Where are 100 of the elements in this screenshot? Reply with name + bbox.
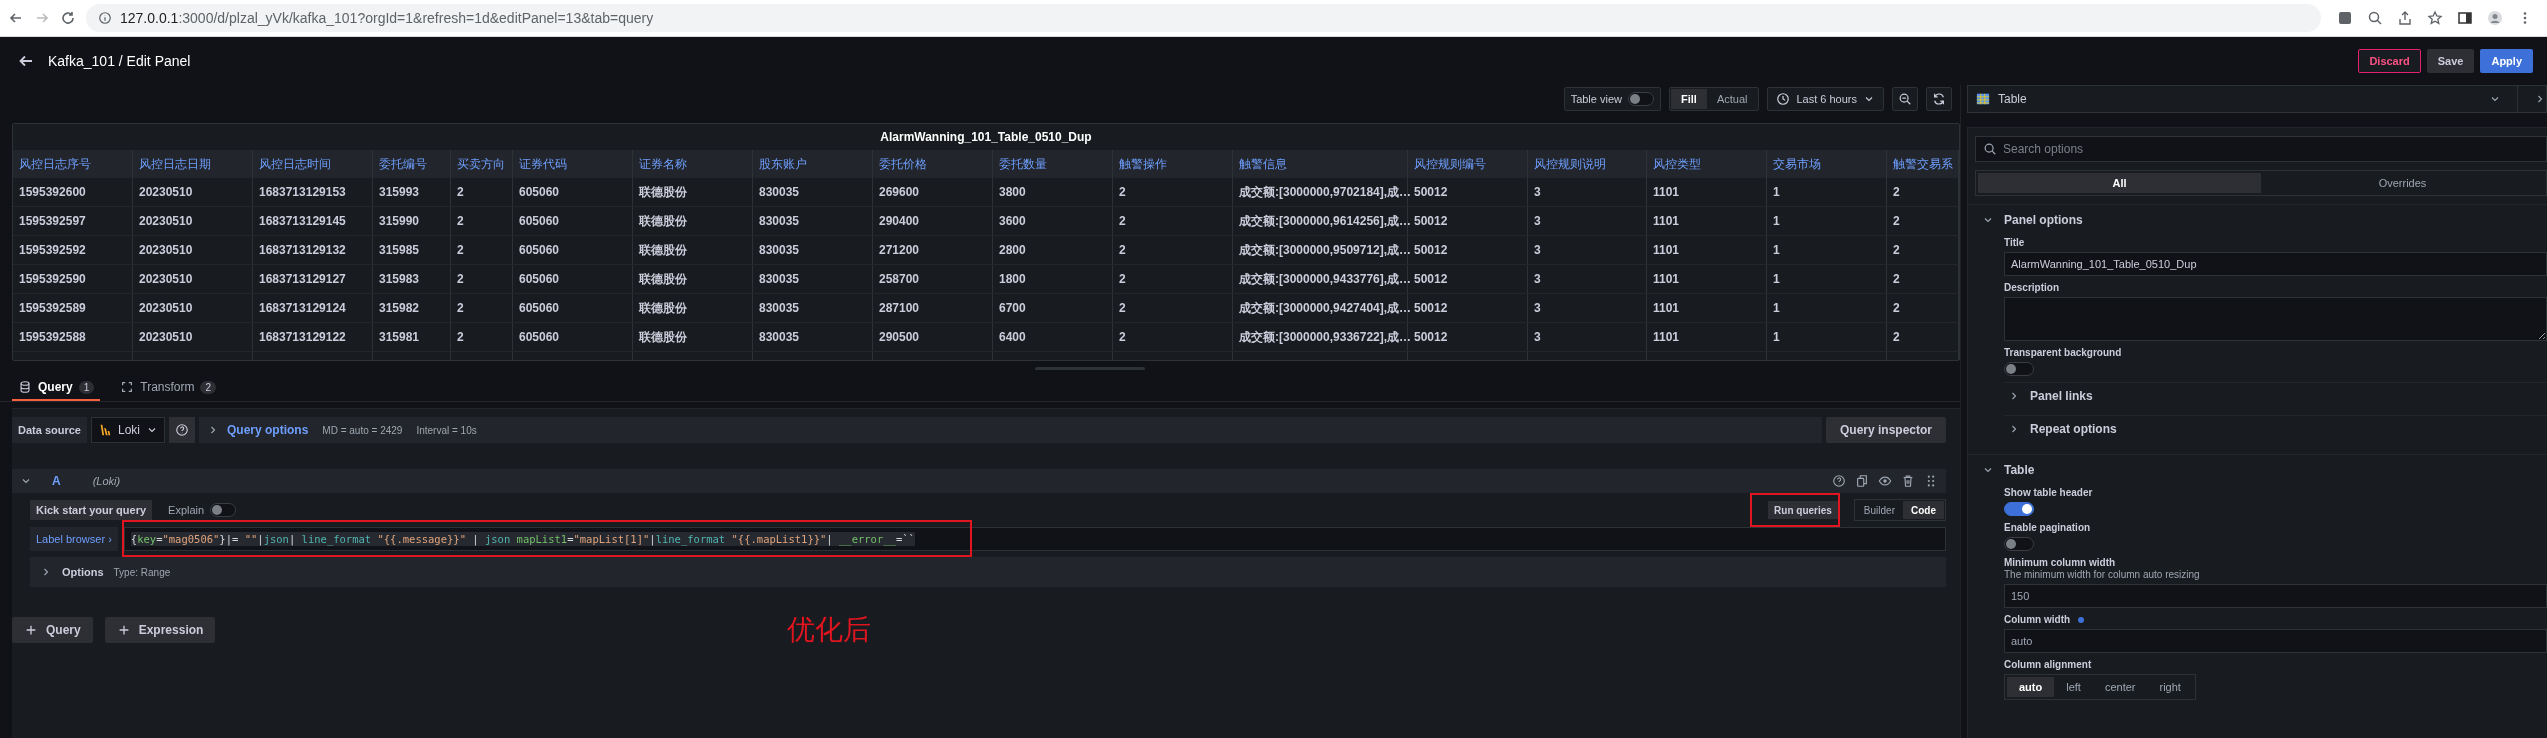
table-cell: 1683713129127 (253, 265, 373, 293)
share-icon[interactable] (2397, 10, 2413, 26)
table-icon (1976, 92, 1990, 106)
input-field[interactable]: AlarmWanning_101_Table_0510_Dup (2004, 252, 2547, 276)
header-button[interactable]: Save (2426, 49, 2475, 73)
table-cell: 联德股份 (633, 294, 753, 322)
description-field[interactable] (2004, 297, 2547, 341)
explain-toggle[interactable]: Explain (168, 503, 237, 517)
copy-icon[interactable] (1855, 474, 1869, 488)
input-field[interactable]: 150 (2004, 584, 2547, 608)
options-row[interactable]: Options Type: Range (30, 557, 1946, 587)
row-letter[interactable]: A (52, 474, 61, 488)
subsection-header[interactable]: Panel links (2004, 382, 2547, 409)
table-cell: 1683713129124 (253, 294, 373, 322)
help-icon[interactable] (1832, 474, 1846, 488)
subsection-header[interactable]: Repeat options (2004, 415, 2547, 442)
table-cell: 1800 (993, 265, 1113, 293)
table-cell: 成交额:[3000000,9702184],成… (1233, 178, 1408, 206)
column-header[interactable]: 委托价格 (873, 150, 993, 178)
column-header[interactable]: 风控规则编号 (1408, 150, 1528, 178)
run-queries-button[interactable]: Run queries (1768, 501, 1838, 519)
toggle-switch[interactable] (2004, 362, 2034, 376)
editor-tab[interactable]: Query 1 (12, 375, 101, 401)
trash-icon[interactable] (1901, 474, 1915, 488)
mode-button[interactable]: Code (1903, 501, 1944, 519)
star-icon[interactable] (2427, 10, 2443, 26)
add-button[interactable]: Expression (104, 617, 216, 643)
kick-start-button[interactable]: Kick start your query (30, 500, 153, 520)
query-editor[interactable]: {key="mag0506"}|= ""|json| line_format "{{.message}}" | json mapList1="mapList[1]"|line_format "{{.mapList1}}"| __error__=`` (123, 527, 1946, 551)
column-header[interactable]: 风控日志时间 (253, 150, 373, 178)
section-header[interactable]: Table (1968, 455, 2547, 481)
back-icon[interactable] (18, 53, 34, 69)
eye-icon[interactable] (1878, 474, 1892, 488)
column-header[interactable]: 证券名称 (633, 150, 753, 178)
column-header[interactable]: 风控日志序号 (13, 150, 133, 178)
radio-option[interactable]: right (2147, 677, 2193, 697)
visualization-picker[interactable]: Table (1967, 85, 2547, 113)
column-header[interactable]: 买卖方向 (451, 150, 513, 178)
column-header[interactable]: 风控日志日期 (133, 150, 253, 178)
table-cell: 605060 (513, 323, 633, 351)
column-header[interactable]: 证券代码 (513, 150, 633, 178)
editor-tab[interactable]: Transform 2 (114, 375, 223, 401)
column-header[interactable]: 委托编号 (373, 150, 451, 178)
table-cell: 1595392589 (13, 294, 133, 322)
table-cell: 1101 (1647, 294, 1767, 322)
profile-icon[interactable] (2487, 10, 2503, 26)
column-header[interactable]: 委托数量 (993, 150, 1113, 178)
table-cell: 2 (1113, 265, 1233, 293)
toggle-switch[interactable] (2004, 537, 2034, 551)
size-mode-button[interactable]: Fill (1671, 89, 1707, 109)
column-header[interactable]: 触警交易系 (1887, 150, 1959, 178)
add-button[interactable]: Query (12, 617, 93, 643)
refresh-button[interactable] (1926, 87, 1952, 111)
radio-option[interactable]: auto (2007, 677, 2055, 697)
search-field[interactable]: Search options (1975, 136, 2547, 162)
zoom-out-button[interactable] (1892, 87, 1918, 111)
table-cell: 1683713129122 (253, 323, 373, 351)
size-mode-button[interactable]: Actual (1706, 89, 1758, 109)
section-header[interactable]: Panel options (1968, 205, 2547, 231)
column-header[interactable]: 风控规则说明 (1528, 150, 1647, 178)
table-view-toggle[interactable]: Table view (1563, 87, 1661, 111)
query-options-link[interactable]: Query options (227, 423, 309, 437)
query-inspector-button[interactable]: Query inspector (1825, 417, 1946, 443)
address-bar[interactable]: 127.0.0.1:3000/d/plzal_yVk/kafka_101?orgId=1&refresh=1d&editPanel=13&tab=query (86, 4, 2321, 32)
radio-option[interactable]: center (2092, 677, 2148, 697)
field-label: Enable pagination (2004, 522, 2091, 533)
table-cell: 20230510 (133, 265, 253, 293)
label-browser-button[interactable]: Label browser › (30, 527, 118, 551)
time-range-picker[interactable]: Last 6 hours (1767, 87, 1884, 111)
table-cell: 269600 (873, 178, 993, 206)
input-field[interactable]: auto (2004, 629, 2547, 653)
options-tab[interactable]: All (1978, 173, 2261, 193)
table-cell: 20230510 (133, 323, 253, 351)
resize-handle[interactable] (1035, 366, 1145, 370)
field-label: Column alignment (2004, 659, 2092, 670)
plus-icon (24, 623, 38, 637)
query-source: (Loki) (92, 475, 121, 487)
column-header[interactable]: 股东账户 (753, 150, 873, 178)
field-label: Column width (2004, 614, 2071, 625)
table-cell: 315990 (373, 207, 451, 235)
column-header[interactable]: 触警操作 (1113, 150, 1233, 178)
table-cell: 1595392590 (13, 265, 133, 293)
column-header[interactable]: 交易市场 (1767, 150, 1887, 178)
header-button[interactable]: Discard (2358, 49, 2421, 73)
column-header[interactable]: 触警信息 (1233, 150, 1408, 178)
radio-option[interactable]: left (2054, 677, 2093, 697)
table-cell: 1101 (1647, 178, 1767, 206)
info-icon (98, 11, 112, 25)
mode-button[interactable]: Builder (1855, 501, 1903, 519)
table-cell: 1 (1767, 178, 1887, 206)
zoom-icon[interactable] (2367, 10, 2383, 26)
sidebar-icon[interactable] (2457, 10, 2473, 26)
header-button[interactable]: Apply (2480, 49, 2533, 73)
options-tab[interactable]: Overrides (2261, 173, 2544, 193)
reload-icon[interactable] (60, 10, 76, 26)
table-cell: 271200 (873, 236, 993, 264)
column-header[interactable]: 风控类型 (1647, 150, 1767, 178)
data-source-picker[interactable]: Loki (91, 417, 165, 443)
help-button[interactable] (169, 417, 195, 443)
toggle-switch[interactable] (2004, 502, 2034, 516)
